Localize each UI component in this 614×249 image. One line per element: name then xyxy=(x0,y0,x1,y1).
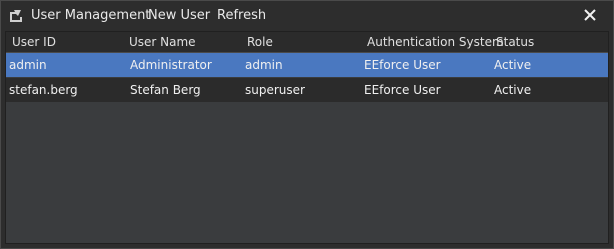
new-user-button[interactable]: New User xyxy=(148,8,210,23)
window-title: User Management xyxy=(31,8,151,23)
column-header-status[interactable]: Status xyxy=(496,35,534,49)
table-header: User ID User Name Role Authentication Sy… xyxy=(6,32,608,53)
cell-status: Active xyxy=(494,58,532,72)
close-icon[interactable] xyxy=(583,8,597,22)
cell-status: Active xyxy=(494,83,532,97)
cell-user-id: stefan.berg xyxy=(9,83,78,97)
user-management-icon xyxy=(8,9,22,23)
cell-auth-system: EEforce User xyxy=(364,83,441,97)
refresh-button[interactable]: Refresh xyxy=(217,8,266,23)
users-table: User ID User Name Role Authentication Sy… xyxy=(5,31,609,244)
table-row[interactable]: stefan.berg Stefan Berg superuser EEforc… xyxy=(6,78,608,102)
cell-user-id: admin xyxy=(9,58,47,72)
column-header-user-id[interactable]: User ID xyxy=(12,35,56,49)
column-header-authentication-system[interactable]: Authentication System xyxy=(367,35,504,49)
cell-user-name: Stefan Berg xyxy=(130,83,201,97)
table-row[interactable]: admin Administrator admin EEforce User A… xyxy=(6,53,608,77)
cell-role: superuser xyxy=(245,83,305,97)
column-header-role[interactable]: Role xyxy=(247,35,273,49)
cell-auth-system: EEforce User xyxy=(364,58,441,72)
cell-role: admin xyxy=(245,58,283,72)
title-bar: User Management New User Refresh xyxy=(1,1,613,31)
cell-user-name: Administrator xyxy=(130,58,212,72)
column-header-user-name[interactable]: User Name xyxy=(129,35,196,49)
user-management-window: User Management New User Refresh User ID… xyxy=(0,0,614,249)
